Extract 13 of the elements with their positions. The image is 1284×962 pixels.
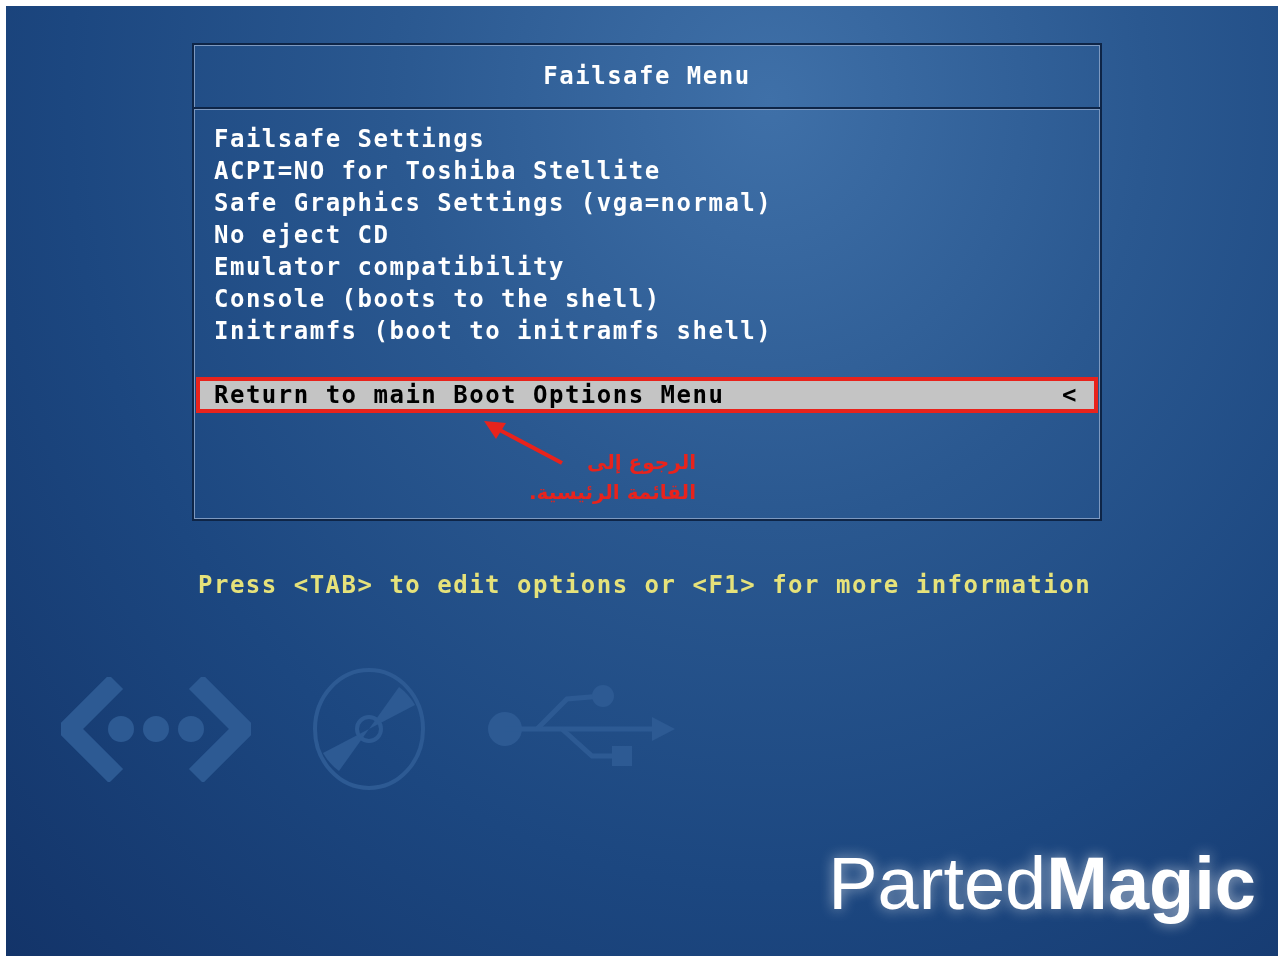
menu-item[interactable]: ACPI=NO for Toshiba Stellite	[198, 155, 1096, 187]
menu-item[interactable]: Emulator compatibility	[198, 251, 1096, 283]
logo-text: PartedMagic	[828, 841, 1256, 926]
menu-item[interactable]: Initramfs (boot to initramfs shell)	[198, 315, 1096, 347]
menu-item[interactable]: No eject CD	[198, 219, 1096, 251]
menu-item[interactable]: Console (boots to the shell)	[198, 283, 1096, 315]
menu-item[interactable]: Return to main Boot Options Menu <	[198, 379, 1096, 411]
annotation-text: الرجوع إلى القائمة الرئيسية.	[528, 449, 696, 506]
menu-item[interactable]: Safe Graphics Settings (vga=normal)	[198, 187, 1096, 219]
hint-text: Press <TAB> to edit options or <F1> for more information	[198, 571, 1092, 599]
menu-title: Failsafe Menu	[194, 45, 1100, 109]
menu-item[interactable]: Failsafe Settings	[198, 123, 1096, 155]
network-icon	[61, 676, 251, 782]
